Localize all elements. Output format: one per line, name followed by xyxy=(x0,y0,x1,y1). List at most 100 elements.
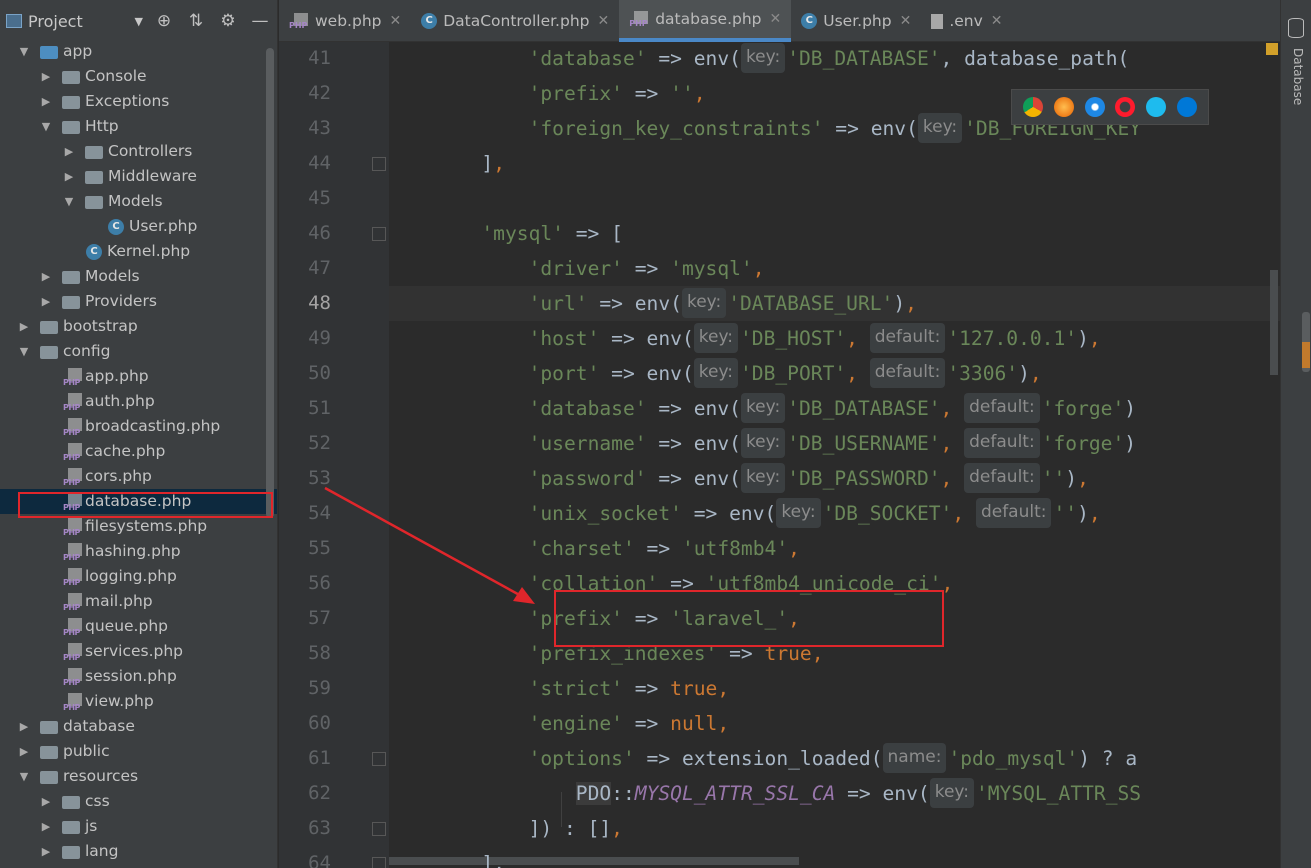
tree-item[interactable]: PHP database.php xyxy=(0,489,277,514)
code-token: ) xyxy=(1077,502,1089,525)
crosshair-icon[interactable]: ⊕ xyxy=(153,11,175,31)
right-scrollbar[interactable] xyxy=(1302,312,1310,372)
tree-item[interactable]: PHP hashing.php xyxy=(0,539,277,564)
php-file-icon: PHP xyxy=(63,517,83,537)
tab-web-php[interactable]: PHP web.php ✕ xyxy=(279,0,411,42)
close-icon[interactable]: ✕ xyxy=(597,13,609,29)
string-token: '127.0.0.1' xyxy=(947,327,1078,350)
tree-item[interactable]: PHP queue.php xyxy=(0,614,277,639)
tree-item[interactable]: PHP cache.php xyxy=(0,439,277,464)
chevron-down-icon[interactable]: ▼ xyxy=(135,15,143,28)
database-icon[interactable] xyxy=(1288,18,1304,38)
tab-user-php[interactable]: C User.php ✕ xyxy=(791,0,921,42)
collapse-icon[interactable]: ⇅ xyxy=(185,11,207,31)
close-icon[interactable]: ✕ xyxy=(770,11,782,27)
chevron-right-icon[interactable]: ▶ xyxy=(18,314,30,339)
firefox-icon[interactable] xyxy=(1053,97,1074,117)
edge-icon[interactable] xyxy=(1176,97,1197,117)
tree-item[interactable]: ▶ Middleware xyxy=(0,164,277,189)
minimize-icon[interactable]: — xyxy=(249,11,271,31)
php-file-icon: PHP xyxy=(63,542,83,562)
fold-marker-icon[interactable] xyxy=(372,752,386,766)
fold-marker-icon[interactable] xyxy=(372,157,386,171)
chevron-down-icon[interactable]: ▼ xyxy=(18,339,30,364)
project-panel-title[interactable]: Project xyxy=(28,12,131,31)
close-icon[interactable]: ✕ xyxy=(991,13,1003,29)
tree-item[interactable]: ▶ database xyxy=(0,714,277,739)
code-line: ], xyxy=(481,146,505,181)
chevron-down-icon[interactable]: ▼ xyxy=(63,189,75,214)
chevron-right-icon[interactable]: ▶ xyxy=(18,739,30,764)
close-icon[interactable]: ✕ xyxy=(389,13,401,29)
tree-item[interactable]: PHP filesystems.php xyxy=(0,514,277,539)
tree-item-label: Console xyxy=(85,67,147,85)
tree-item[interactable]: C User.php xyxy=(0,214,277,239)
line-number: 43 xyxy=(308,117,331,139)
tab-datacontroller-php[interactable]: C DataController.php ✕ xyxy=(411,0,619,42)
string-token: 'utf8mb4_unicode_ci' xyxy=(705,572,942,595)
chevron-right-icon[interactable]: ▶ xyxy=(40,789,52,814)
chevron-right-icon[interactable]: ▶ xyxy=(40,264,52,289)
chevron-down-icon[interactable]: ▼ xyxy=(18,39,30,64)
chevron-right-icon[interactable]: ▶ xyxy=(40,814,52,839)
project-scrollbar[interactable] xyxy=(266,48,274,518)
tree-item[interactable]: PHP cors.php xyxy=(0,464,277,489)
tree-item[interactable]: PHP broadcasting.php xyxy=(0,414,277,439)
tree-item[interactable]: PHP session.php xyxy=(0,664,277,689)
chevron-right-icon[interactable]: ▶ xyxy=(63,139,75,164)
ide-window: Project ▼ ⊕ ⇅ ⚙ — ▼ app ▶ Console ▶ Exception… xyxy=(0,0,1311,868)
tree-item[interactable]: ▶ bootstrap xyxy=(0,314,277,339)
ie-icon[interactable] xyxy=(1145,97,1166,117)
tree-item[interactable]: ▶ Providers xyxy=(0,289,277,314)
database-tool-button[interactable]: Database xyxy=(1287,48,1305,105)
code-editor[interactable]: 'database' => env(key: 'DB_DATABASE', dat… xyxy=(389,42,1280,868)
tree-item[interactable]: ▼ Models xyxy=(0,189,277,214)
tree-item[interactable]: ▶ Models xyxy=(0,264,277,289)
chevron-right-icon[interactable]: ▶ xyxy=(18,714,30,739)
tree-item[interactable]: ▶ public xyxy=(0,739,277,764)
tree-item[interactable]: ▶ js xyxy=(0,814,277,839)
fold-marker-icon[interactable] xyxy=(372,227,386,241)
tree-item[interactable]: ▶ Exceptions xyxy=(0,89,277,114)
code-line: 'prefix' => '', xyxy=(529,76,706,111)
code-token: => env( xyxy=(646,467,741,490)
tree-item[interactable]: ▼ resources xyxy=(0,764,277,789)
chevron-down-icon[interactable]: ▼ xyxy=(40,114,52,139)
warning-marker-icon[interactable] xyxy=(1266,43,1278,55)
editor-tab-bar: PHP web.php ✕ C DataController.php ✕ PHP databa… xyxy=(279,0,1280,42)
fold-marker-icon[interactable] xyxy=(372,822,386,836)
horizontal-scrollbar[interactable] xyxy=(389,857,799,865)
string-token: 'database' xyxy=(528,47,647,70)
tab-database-php[interactable]: PHP database.php ✕ xyxy=(619,0,792,42)
close-icon[interactable]: ✕ xyxy=(900,13,912,29)
chevron-right-icon[interactable]: ▶ xyxy=(40,289,52,314)
fold-marker-icon[interactable] xyxy=(372,857,386,868)
tree-item[interactable]: ▶ lang xyxy=(0,839,277,864)
tree-item[interactable]: PHP app.php xyxy=(0,364,277,389)
chrome-icon[interactable] xyxy=(1023,97,1044,117)
code-token: ] xyxy=(481,152,494,175)
chevron-right-icon[interactable]: ▶ xyxy=(40,89,52,114)
tree-item[interactable]: ▼ Http xyxy=(0,114,277,139)
gear-icon[interactable]: ⚙ xyxy=(217,11,239,31)
tree-item[interactable]: ▼ config xyxy=(0,339,277,364)
tab--env[interactable]: .env ✕ xyxy=(921,0,1012,42)
string-token: 'prefix_indexes' xyxy=(528,642,718,665)
opera-icon[interactable] xyxy=(1115,97,1136,117)
tree-item[interactable]: PHP services.php xyxy=(0,639,277,664)
tree-item[interactable]: ▶ Console xyxy=(0,64,277,89)
safari-icon[interactable] xyxy=(1084,97,1105,117)
chevron-right-icon[interactable]: ▶ xyxy=(40,839,52,864)
editor-vertical-scrollbar[interactable] xyxy=(1270,270,1278,375)
tree-item[interactable]: ▶ Controllers xyxy=(0,139,277,164)
chevron-right-icon[interactable]: ▶ xyxy=(40,64,52,89)
tree-item[interactable]: PHP view.php xyxy=(0,689,277,714)
chevron-down-icon[interactable]: ▼ xyxy=(18,764,30,789)
tree-item[interactable]: PHP auth.php xyxy=(0,389,277,414)
chevron-right-icon[interactable]: ▶ xyxy=(63,164,75,189)
tree-item[interactable]: PHP mail.php xyxy=(0,589,277,614)
tree-item[interactable]: C Kernel.php xyxy=(0,239,277,264)
tree-item[interactable]: ▼ app xyxy=(0,39,277,64)
tree-item[interactable]: PHP logging.php xyxy=(0,564,277,589)
tree-item[interactable]: ▶ css xyxy=(0,789,277,814)
